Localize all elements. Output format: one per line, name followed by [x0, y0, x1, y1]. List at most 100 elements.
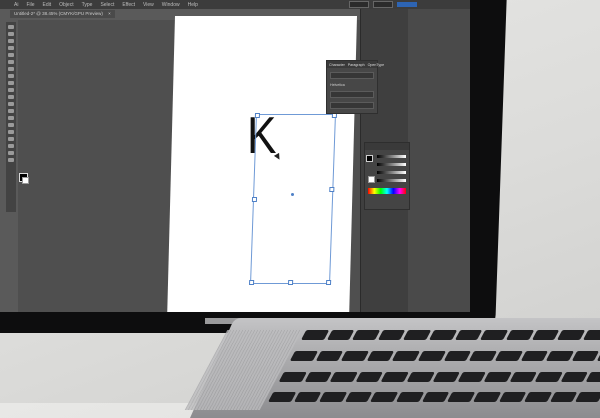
key: [480, 330, 509, 340]
menu-file[interactable]: File: [26, 2, 34, 8]
type-tool-icon[interactable]: [8, 46, 14, 50]
shape-builder-tool-icon[interactable]: [8, 95, 14, 99]
key: [586, 371, 600, 382]
blend-tool-icon[interactable]: [8, 116, 14, 120]
slice-tool-icon[interactable]: [8, 144, 14, 148]
menu-view[interactable]: View: [143, 2, 154, 8]
key: [575, 392, 600, 403]
font-label: Helvetica: [330, 83, 345, 87]
direct-selection-tool-icon[interactable]: [8, 32, 14, 36]
brush-tool-icon[interactable]: [8, 53, 14, 57]
color-spectrum[interactable]: [368, 188, 406, 194]
key: [494, 350, 523, 361]
document-tab[interactable]: Untitled-2* @ 38.45% (CMYK/GPU Preview) …: [10, 10, 115, 18]
key: [531, 330, 560, 340]
menu-help[interactable]: Help: [188, 2, 198, 8]
key: [289, 350, 318, 361]
symbol-tool-icon[interactable]: [8, 123, 14, 127]
menu-edit[interactable]: Edit: [43, 2, 52, 8]
control-field-1[interactable]: [349, 1, 369, 8]
key: [560, 371, 589, 382]
key: [341, 350, 370, 361]
key: [377, 330, 406, 340]
zoom-tool-icon[interactable]: [8, 158, 14, 162]
key: [355, 371, 384, 382]
key: [267, 392, 296, 403]
color-slider-1[interactable]: [377, 155, 406, 158]
handle-middle-right[interactable]: [329, 187, 335, 192]
key: [447, 392, 476, 403]
color-slider-4[interactable]: [377, 179, 406, 182]
handle-middle-left[interactable]: [251, 197, 258, 202]
color-slider-3[interactable]: [377, 171, 406, 174]
tools-panel: [6, 22, 16, 212]
menu-type[interactable]: Type: [82, 2, 93, 8]
panel-dock-secondary: [408, 9, 470, 312]
gradient-tool-icon[interactable]: [8, 102, 14, 106]
leading-field[interactable]: [330, 102, 374, 109]
document-tab-title: Untitled-2* @ 38.45% (CMYK/GPU Preview): [14, 11, 103, 16]
screen: Ai File Edit Object Type Select Effect V…: [0, 0, 470, 312]
menu-app-logo[interactable]: Ai: [14, 2, 18, 8]
graph-tool-icon[interactable]: [8, 130, 14, 134]
key: [300, 330, 329, 340]
tab-opentype[interactable]: OpenType: [368, 63, 385, 67]
key: [330, 371, 359, 382]
font-family-field[interactable]: [330, 72, 374, 79]
handle-bottom-left[interactable]: [248, 280, 255, 285]
selection-bounding-box[interactable]: [248, 113, 338, 285]
workspace-switcher[interactable]: [397, 2, 417, 7]
keyboard: [264, 330, 600, 410]
close-icon[interactable]: ×: [108, 11, 111, 16]
menu-window[interactable]: Window: [162, 2, 180, 8]
key: [509, 371, 538, 382]
eraser-tool-icon[interactable]: [8, 67, 14, 71]
key: [406, 371, 435, 382]
rotate-tool-icon[interactable]: [8, 74, 14, 78]
tab-paragraph[interactable]: Paragraph: [348, 63, 365, 67]
key: [472, 392, 501, 403]
font-size-field[interactable]: [330, 91, 374, 98]
menu-select[interactable]: Select: [100, 2, 114, 8]
key: [319, 392, 348, 403]
key: [571, 350, 600, 361]
key: [546, 350, 575, 361]
key: [535, 371, 563, 382]
pencil-tool-icon[interactable]: [8, 60, 14, 64]
pen-tool-icon[interactable]: [8, 39, 14, 43]
key: [304, 371, 333, 382]
control-field-2[interactable]: [373, 1, 393, 8]
key: [344, 392, 373, 403]
menu-effect[interactable]: Effect: [122, 2, 135, 8]
key: [326, 330, 355, 340]
stroke-swatch[interactable]: [22, 177, 29, 184]
selection-tool-icon[interactable]: [8, 25, 14, 29]
handle-bottom-center[interactable]: [287, 280, 294, 285]
key: [557, 330, 586, 340]
key: [454, 330, 483, 340]
color-panel-header: [365, 143, 409, 150]
color-panel-fill-icon[interactable]: [366, 155, 373, 162]
eyedropper-tool-icon[interactable]: [8, 109, 14, 113]
key: [429, 330, 457, 340]
width-tool-icon[interactable]: [8, 88, 14, 92]
control-bar: [345, 0, 470, 9]
color-slider-2[interactable]: [377, 163, 406, 166]
handle-top-left[interactable]: [254, 113, 261, 118]
key: [523, 392, 552, 403]
scale-tool-icon[interactable]: [8, 81, 14, 85]
key: [381, 371, 410, 382]
hand-tool-icon[interactable]: [8, 151, 14, 155]
key: [458, 371, 487, 382]
menu-object[interactable]: Object: [59, 2, 73, 8]
handle-bottom-right[interactable]: [325, 280, 332, 285]
color-panel-stroke-icon[interactable]: [368, 176, 375, 183]
key: [498, 392, 527, 403]
key: [432, 371, 461, 382]
tab-character[interactable]: Character: [329, 63, 345, 67]
key: [421, 392, 450, 403]
key: [370, 392, 399, 403]
key: [392, 350, 421, 361]
artboard-tool-icon[interactable]: [8, 137, 14, 141]
key: [278, 371, 307, 382]
